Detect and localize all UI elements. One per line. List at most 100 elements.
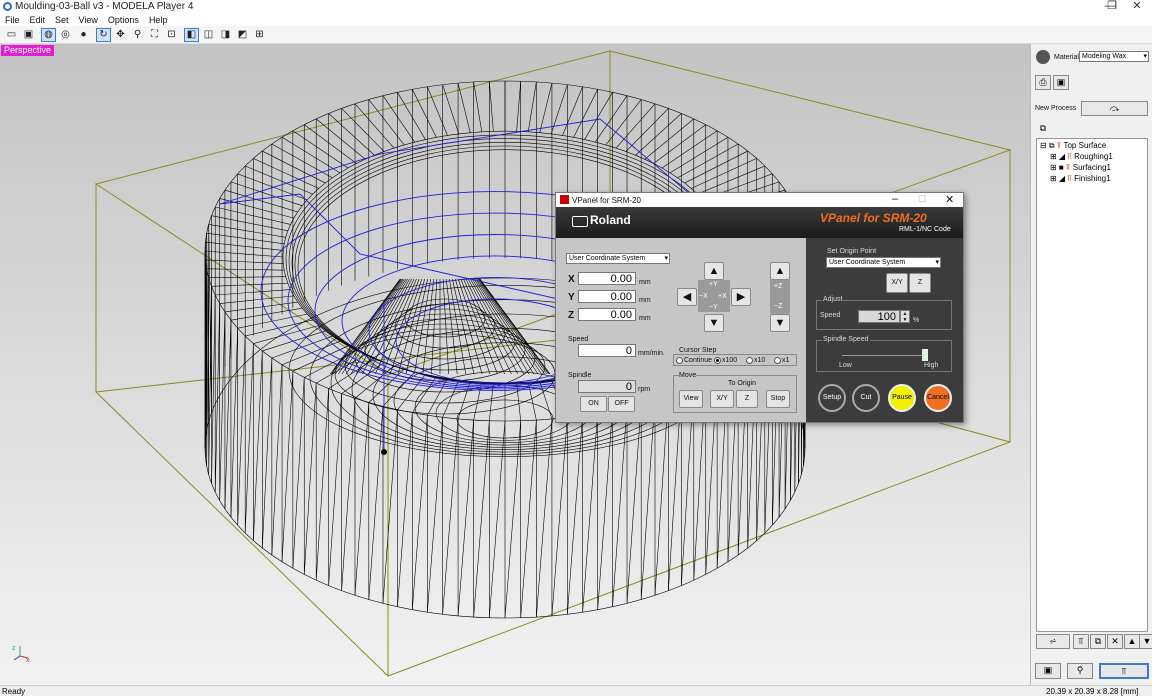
adjust-speed-unit: % [913,317,920,324]
move-view-button[interactable]: View [679,390,703,408]
spindle-off-button[interactable]: OFF [608,396,635,412]
close-window-button[interactable]: ✕ [1122,0,1152,14]
tree-item-finishing[interactable]: ⊞ ◢ ⫪ Finishing1 [1050,174,1111,184]
vpanel-title: VPanel for SRM-20 [572,196,641,205]
top-view-icon[interactable]: ◫ [201,28,216,42]
coord-system-select[interactable]: User Coordinate System ▾ [566,253,670,264]
product-name: VPanel for SRM-20 [820,211,927,225]
output-list-icon[interactable]: ▣ [1035,663,1061,679]
jog-minus-x-button[interactable]: ◀ [677,288,697,306]
minus-y-label: −Y [709,304,718,311]
step-continue-label: Continue [684,357,713,364]
brand-logo: Roland [590,213,631,227]
side-view-icon[interactable]: ◨ [218,28,233,42]
jog-plus-y-button[interactable]: ▲ [704,262,724,280]
svg-text:x: x [26,657,30,664]
new-process-button[interactable]: ⤼ [1081,101,1148,116]
pause-button[interactable]: Pause [888,384,916,412]
pan-icon[interactable]: ✥ [113,28,128,42]
jog-plus-x-button[interactable]: ▶ [731,288,751,306]
menu-options[interactable]: Options [103,14,144,26]
tree-item-roughing[interactable]: ⊞ ◢ ⫪ Roughing1 [1050,152,1113,162]
step-continue-radio[interactable] [676,357,683,364]
rotate-icon[interactable]: ↻ [96,28,111,42]
set-origin-z-button[interactable]: Z [909,273,931,293]
menu-file[interactable]: File [0,14,25,26]
move-label: Move [679,372,697,379]
process-panel: Material Modeling Wax ▾ ⎙ ▣ New Process ⤼… [1030,44,1152,685]
adjust-speed-field[interactable]: 100 [858,310,900,323]
step-x10-radio[interactable] [746,357,753,364]
cut-output-icon[interactable]: ⫪ [1099,663,1149,679]
toolbar: ▭ ▣ ◍ ◎ ● ↻ ✥ ⚲ ⛶ ⊡ ◧ ◫ ◨ ◩ ⊞ [0,26,1152,44]
zoom-icon[interactable]: ⚲ [130,28,145,42]
move-stop-button[interactable]: Stop [766,390,790,408]
step-x100-radio[interactable] [714,357,721,364]
solid-view-icon[interactable]: ● [76,28,91,42]
move-up-icon[interactable]: ▲ [1124,634,1140,649]
copy-process-icon[interactable]: ⧉ [1090,634,1106,649]
tree-root[interactable]: ⊟ ⧉ ⫪ Top Surface [1040,141,1106,151]
move-down-icon[interactable]: ▼ [1139,634,1152,649]
front-view-icon[interactable]: ◧ [184,28,199,42]
zoom-area-icon[interactable]: ⊡ [164,28,179,42]
vpanel-maximize-button: ☐ [918,194,927,204]
multi-view-icon[interactable]: ⊞ [252,28,267,42]
axis-triad: x z [12,645,30,664]
step-x1-label: x1 [782,357,790,364]
z-unit: mm [639,315,651,322]
save-icon[interactable]: ▣ [21,28,36,42]
tool-position-marker [381,449,387,455]
menu-edit[interactable]: Edit [25,14,51,26]
jog-minus-y-button[interactable]: ▼ [704,314,724,332]
app-icon [3,2,12,11]
new-process-label: New Process [1035,105,1077,112]
x-unit: mm [639,279,651,286]
perspective-badge[interactable]: Perspective [1,45,55,56]
title-bar: Moulding-03-Ball v3 - MODELA Player 4 — [0,0,1152,14]
spindle-speed-track [842,355,928,356]
delete-process-icon[interactable]: ✕ [1107,634,1123,649]
vpanel-minimize-button[interactable]: – [892,193,898,205]
wireframe-view-icon[interactable]: ◍ [41,28,56,42]
model-dimensions: 20.39 x 20.39 x 8.28 [mm] [1046,687,1139,696]
jog-plus-z-button[interactable]: ▲ [770,262,790,280]
tree-item-surfacing[interactable]: ⊞ ■ ⫪ Surfacing1 [1050,163,1111,173]
plus-x-label: +X [718,293,727,300]
step-x1-radio[interactable] [774,357,781,364]
open-file-icon[interactable]: ▭ [4,28,19,42]
iso-view-icon[interactable]: ◩ [235,28,250,42]
move-z-origin-button[interactable]: Z [736,390,758,408]
print-icon[interactable]: ⎙ [1035,75,1051,90]
set-origin-xy-button[interactable]: X/Y [886,273,908,293]
menu-view[interactable]: View [74,14,103,26]
vpanel-close-button[interactable]: ✕ [945,193,954,206]
jog-minus-z-button[interactable]: ▼ [770,314,790,332]
collapse-tree-icon[interactable]: ⧉ [1035,122,1051,137]
menu-help[interactable]: Help [144,14,173,26]
spindle-unit: rpm [638,386,651,393]
move-xy-origin-button[interactable]: X/Y [710,390,734,408]
surface-view-icon[interactable]: ◎ [58,28,73,42]
step-x10-label: x10 [754,357,766,364]
fit-icon[interactable]: ⛶ [147,28,162,42]
setup-button[interactable]: Setup [818,384,846,412]
vpanel-title-bar: VPanel for SRM-20 – ☐ ✕ [556,193,963,207]
material-select[interactable]: Modeling Wax ▾ [1079,51,1149,62]
preview-search-icon[interactable]: ⚲ [1067,663,1093,679]
origin-coord-select[interactable]: User Coordinate System ▾ [826,257,941,268]
vpanel-app-icon [560,195,569,204]
cancel-button[interactable]: Cancel [924,384,952,412]
low-label: Low [839,362,852,369]
speed-spinner[interactable]: ▲ ▼ [900,310,910,323]
vpanel-right-section: Set Origin Point User Coordinate System ▾… [806,238,963,422]
preview-cut-icon[interactable]: ⩫ [1036,634,1070,649]
cut-button[interactable]: Cut [852,384,880,412]
save-process-icon[interactable]: ▣ [1053,75,1069,90]
spindle-speed-slider[interactable] [922,349,928,361]
tool-settings-icon[interactable]: ⫪ [1073,634,1089,649]
menu-set[interactable]: Set [50,14,74,26]
roland-logo-icon [572,216,588,227]
spindle-on-button[interactable]: ON [580,396,607,412]
minus-z-label: −Z [774,303,783,310]
